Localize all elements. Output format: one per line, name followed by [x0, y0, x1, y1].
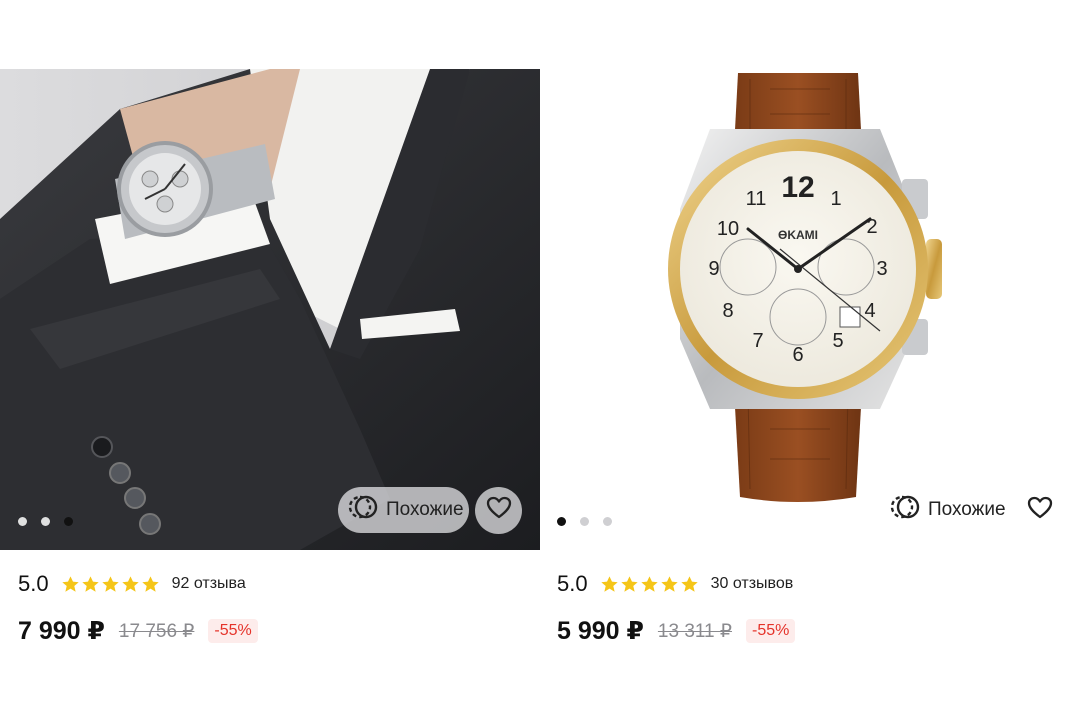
star-icon	[101, 575, 119, 592]
svg-text:11: 11	[746, 188, 767, 210]
similar-label: Похожие	[928, 499, 1006, 520]
favorite-button[interactable]	[1016, 487, 1063, 534]
product-card[interactable]: Похожие 5.0 92 отзыва 7 990 ₽ 17 756 ₽ -…	[0, 69, 540, 645]
svg-text:1: 1	[830, 188, 841, 210]
favorite-button[interactable]	[475, 487, 522, 534]
product-photo-suit-wrist-watch	[0, 69, 540, 550]
carousel-dot[interactable]	[18, 517, 27, 526]
star-icon	[81, 575, 99, 592]
similar-button[interactable]: Похожие	[880, 487, 1010, 533]
discount-badge: -55%	[745, 619, 796, 643]
current-price: 5 990 ₽	[557, 617, 644, 645]
star-icon	[61, 575, 79, 592]
star-icon	[660, 575, 678, 592]
star-icon	[620, 575, 638, 592]
old-price: 13 311 ₽	[657, 620, 732, 642]
heart-icon	[1027, 496, 1053, 525]
svg-text:9: 9	[708, 258, 719, 280]
price-row: 7 990 ₽ 17 756 ₽ -55%	[18, 615, 258, 647]
old-price: 17 756 ₽	[118, 620, 195, 642]
svg-text:4: 4	[864, 300, 875, 322]
rating-value: 5.0	[18, 571, 49, 596]
product-image[interactable]: Похожие	[0, 69, 540, 550]
dial-brand: ƟKAMI	[778, 228, 818, 242]
carousel-dot[interactable]	[41, 517, 50, 526]
heart-icon	[486, 496, 512, 525]
image-carousel-dots	[18, 517, 73, 526]
similar-button[interactable]: Похожие	[338, 487, 469, 533]
product-image[interactable]: 12 1 2 3 4 5 6 7 8 9 10 11 ƟKAMI Похожие	[540, 69, 1080, 550]
product-photo-chronograph-watch: 12 1 2 3 4 5 6 7 8 9 10 11 ƟKAMI	[668, 73, 942, 502]
star-icon	[141, 575, 159, 592]
carousel-dot-active[interactable]	[557, 517, 566, 526]
rating-stars	[61, 575, 160, 594]
carousel-dot-active[interactable]	[64, 517, 73, 526]
carousel-dot[interactable]	[580, 517, 589, 526]
svg-text:8: 8	[722, 300, 733, 322]
similar-icon	[890, 495, 920, 525]
similar-label: Похожие	[386, 499, 464, 520]
svg-text:7: 7	[752, 330, 763, 352]
star-icon	[121, 575, 139, 592]
star-icon	[680, 575, 698, 592]
rating-value: 5.0	[557, 571, 588, 596]
reviews-link[interactable]: 30 отзывов	[711, 575, 794, 593]
star-icon	[600, 575, 618, 592]
current-price: 7 990 ₽	[18, 617, 105, 645]
svg-text:10: 10	[717, 218, 739, 240]
svg-text:5: 5	[832, 330, 843, 352]
product-card[interactable]: 12 1 2 3 4 5 6 7 8 9 10 11 ƟKAMI Похожие…	[540, 69, 1080, 645]
price-row: 5 990 ₽ 13 311 ₽ -55%	[557, 615, 796, 647]
svg-text:12: 12	[781, 171, 814, 204]
svg-text:3: 3	[876, 258, 887, 280]
discount-badge: -55%	[208, 619, 258, 643]
image-carousel-dots	[557, 517, 612, 526]
svg-text:6: 6	[792, 344, 803, 366]
rating-row: 5.0 92 отзыва	[18, 569, 246, 599]
reviews-link[interactable]: 92 отзыва	[172, 575, 246, 593]
rating-stars	[600, 575, 699, 594]
star-icon	[640, 575, 658, 592]
carousel-dot[interactable]	[603, 517, 612, 526]
similar-icon	[348, 495, 378, 525]
rating-row: 5.0 30 отзывов	[557, 569, 793, 599]
